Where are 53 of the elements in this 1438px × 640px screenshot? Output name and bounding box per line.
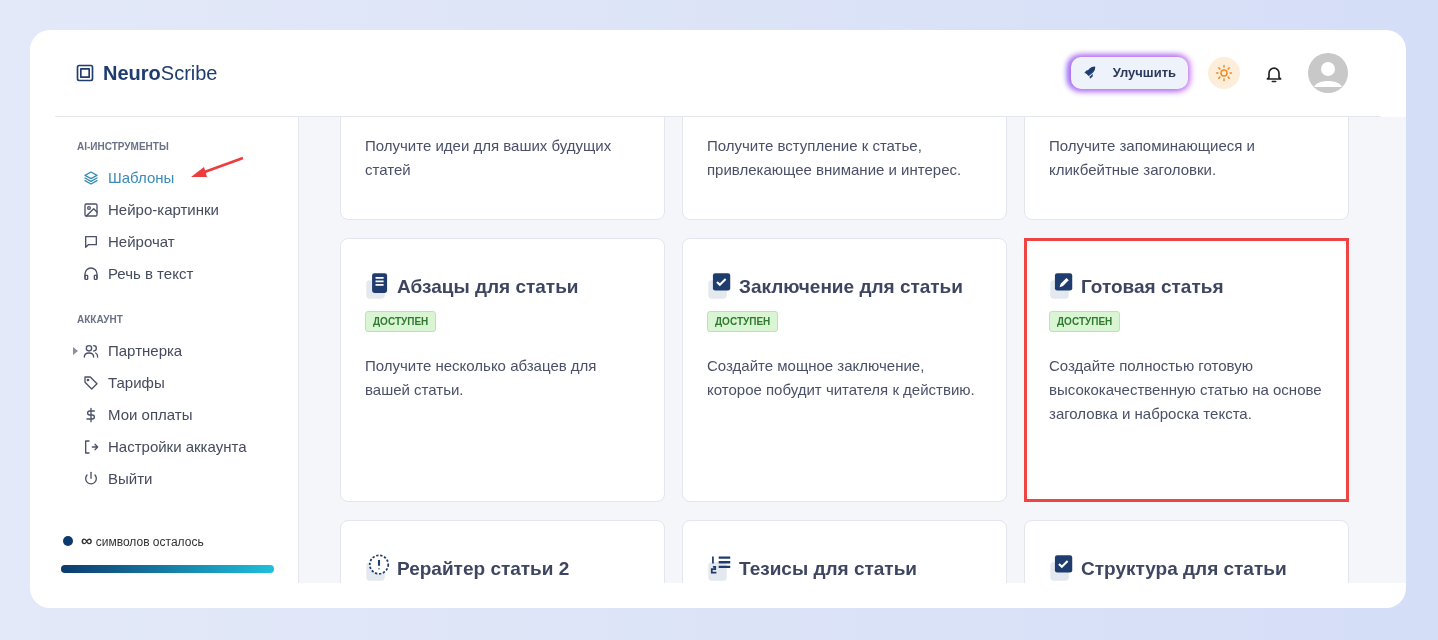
upgrade-button[interactable]: Улучшить bbox=[1070, 57, 1188, 89]
sidebar-item[interactable]: Мои оплаты bbox=[77, 399, 298, 431]
exit-icon bbox=[83, 439, 99, 455]
section-label: АККАУНТ bbox=[77, 313, 124, 327]
template-card[interactable]: Получите запоминающиеся и кликбейтные заголовки. bbox=[1024, 117, 1349, 220]
status-label: ДОСТУПЕН bbox=[1049, 311, 1121, 332]
layers-icon bbox=[83, 170, 99, 186]
sun-icon bbox=[1215, 64, 1233, 82]
brand-name: NeuroScribe bbox=[103, 61, 218, 86]
chat-icon bbox=[83, 234, 99, 250]
quota-text: ∞ символов осталось bbox=[81, 531, 204, 551]
template-card[interactable]: Тезисы для статьи bbox=[682, 520, 1007, 583]
template-card[interactable]: Структура для статьи bbox=[1024, 520, 1349, 583]
card-description: Создайте мощное заключение, которое побудит читателя к действию. bbox=[707, 356, 976, 400]
card-title: Готовая статья bbox=[1081, 274, 1224, 299]
power-icon bbox=[83, 471, 99, 487]
rocket-icon bbox=[1082, 66, 1097, 80]
sidebar-item[interactable]: Выйти bbox=[77, 463, 298, 495]
status-label: ДОСТУПЕН bbox=[365, 311, 437, 332]
image-icon bbox=[83, 202, 99, 218]
card-title: Рерайтер статьи 2 bbox=[397, 556, 570, 581]
sidebar-item[interactable]: Нейро-картинки bbox=[77, 194, 298, 226]
status-label: ДОСТУПЕН bbox=[707, 311, 779, 332]
card-title: Абзацы для статьи bbox=[397, 274, 579, 299]
template-card[interactable]: Получите вступление к статье, привлекающее внимание и интерес. bbox=[682, 117, 1007, 220]
sidebar-item[interactable]: Нейрочат bbox=[77, 226, 298, 258]
tag-icon bbox=[83, 375, 99, 391]
sidebar-item[interactable]: Настройки аккаунта bbox=[77, 431, 298, 463]
card-description: Получите вступление к статье, привлекающее внимание и интерес. bbox=[707, 136, 963, 180]
sidebar-item[interactable]: Тарифы bbox=[77, 367, 298, 399]
card-description: Создайте полностью готовую высококачественную статью на основе заголовка и наброска текста. bbox=[1049, 356, 1323, 424]
avatar[interactable] bbox=[1308, 53, 1348, 93]
card-title: Структура для статьи bbox=[1081, 556, 1287, 581]
caret-icon bbox=[73, 347, 78, 355]
template-card[interactable]: Абзацы для статьи ДОСТУПЕН Получите несколько абзацев для вашей статьи. bbox=[340, 238, 665, 502]
sidebar-item[interactable]: Шаблоны bbox=[77, 162, 298, 194]
template-card[interactable]: Получите идеи для ваших будущих статей bbox=[340, 117, 665, 220]
status-dot bbox=[63, 536, 73, 546]
theme-toggle-button[interactable] bbox=[1208, 57, 1240, 89]
card-title: Тезисы для статьи bbox=[739, 556, 918, 581]
card-description: Получите запоминающиеся и кликбейтные заголовки. bbox=[1049, 136, 1256, 180]
card-description: Получите несколько абзацев для вашей статьи. bbox=[365, 356, 598, 400]
headphones-icon bbox=[83, 266, 99, 282]
template-card[interactable]: Готовая статья ДОСТУПЕН Создайте полностью готовую высококачественную статью на основе заголовка и наброска текста. bbox=[1024, 238, 1349, 502]
sidebar-item[interactable]: Речь в текст bbox=[77, 258, 298, 290]
logo-icon bbox=[75, 63, 95, 83]
template-card[interactable]: Заключение для статьи ДОСТУПЕН Создайте мощное заключение, которое побудит читателя к действию. bbox=[682, 238, 1007, 502]
card-title: Заключение для статьи bbox=[739, 274, 963, 299]
card-description: Получите идеи для ваших будущих статей bbox=[365, 136, 613, 180]
template-card[interactable]: Рерайтер статьи 2 bbox=[340, 520, 665, 583]
users-icon bbox=[83, 343, 99, 359]
section-label: AI-ИНСТРУМЕНТЫ bbox=[77, 140, 170, 154]
sidebar-item[interactable]: Партнерка bbox=[77, 335, 298, 367]
